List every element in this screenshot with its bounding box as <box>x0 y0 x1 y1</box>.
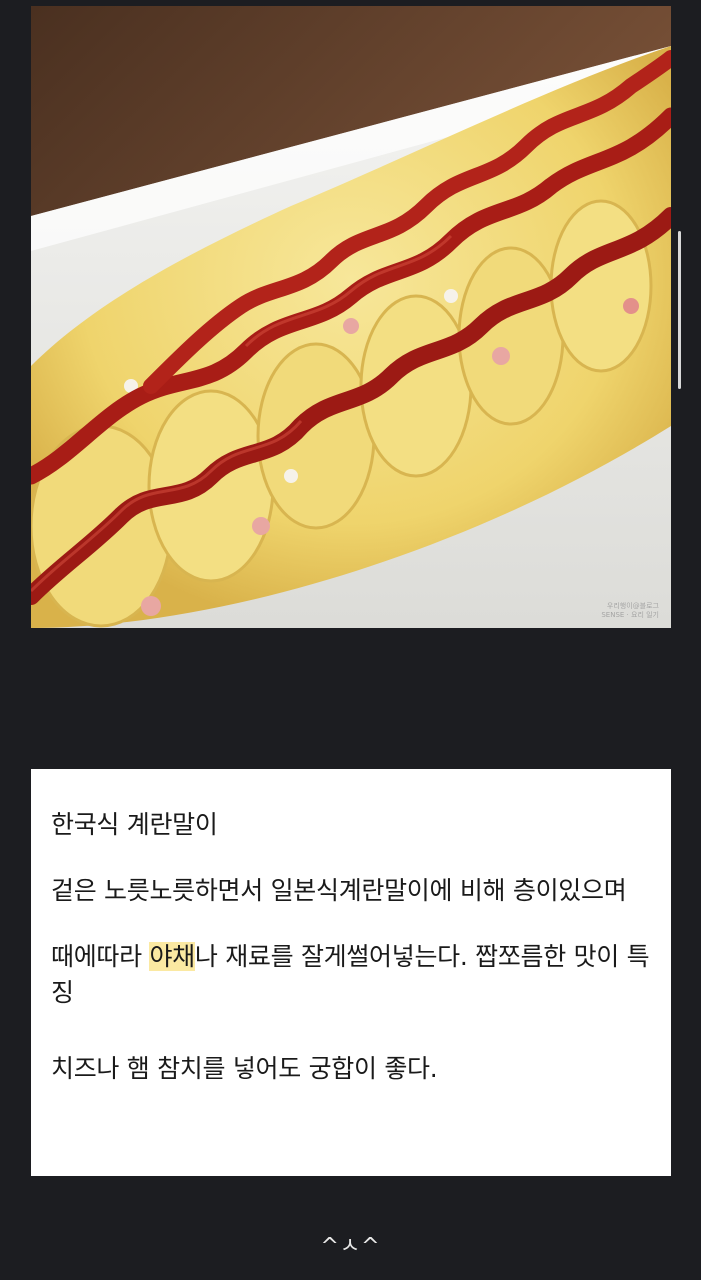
watermark-line-2: SENSE · 요리 일기 <box>601 611 659 619</box>
scrollbar[interactable] <box>678 231 681 389</box>
footer-emoticon: ^ㅅ^ <box>320 1234 381 1259</box>
text-card: 한국식 계란말이 겉은 노릇노릇하면서 일본식계란말이에 비해 층이있으며 때에… <box>31 769 671 1176</box>
photo-watermark: 우리행이@블로그 SENSE · 요리 일기 <box>601 602 659 620</box>
food-photo: 우리행이@블로그 SENSE · 요리 일기 <box>31 6 671 628</box>
watermark-line-1: 우리행이@블로그 <box>606 602 659 610</box>
card-title: 한국식 계란말이 <box>51 810 218 839</box>
omelette-image <box>31 6 671 628</box>
paragraph-2-start: 때에따라 <box>51 942 150 971</box>
page: 우리행이@블로그 SENSE · 요리 일기 한국식 계란말이 겉은 노릇노릇하… <box>0 0 701 1280</box>
description-paragraph-1: 겉은 노릇노릇하면서 일본식계란말이에 비해 층이있으며 <box>51 876 627 905</box>
highlighted-word: 야채 <box>149 942 195 971</box>
description-paragraph-3: 치즈나 햄 참치를 넣어도 궁합이 좋다. <box>51 1054 438 1083</box>
description-paragraph-2: 때에따라 야채나 재료를 잘게썰어넣는다. 짭쪼름한 맛이 특징 <box>51 939 651 1011</box>
